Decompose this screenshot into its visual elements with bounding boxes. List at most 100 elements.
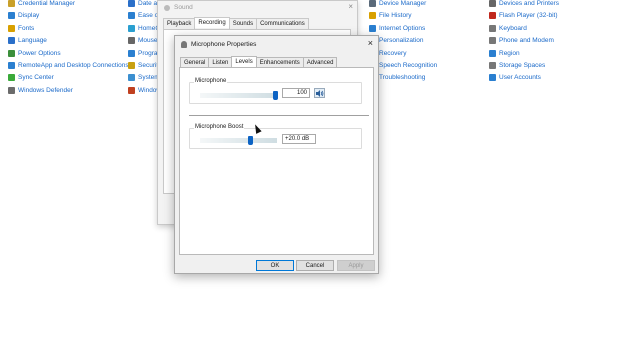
- device-manager-icon: [369, 0, 376, 7]
- control-panel-item[interactable]: Fonts: [8, 24, 34, 32]
- mute-button[interactable]: [314, 88, 325, 98]
- sound-title-bar: Sound: [164, 4, 193, 11]
- control-panel-item[interactable]: Speech Recognition: [369, 62, 437, 69]
- windows-defender-icon: [8, 86, 15, 94]
- close-icon[interactable]: ×: [348, 2, 353, 11]
- control-panel-item-label: Recovery: [379, 49, 407, 57]
- section-separator: [189, 115, 369, 116]
- control-panel-item-label: Credential Manager: [18, 0, 76, 7]
- control-panel-item[interactable]: Phone and Modem: [489, 37, 554, 45]
- microphone-icon: [181, 41, 187, 48]
- microphone-boost-value: +20.0 dB: [282, 134, 316, 144]
- microphone-boost-slider-thumb[interactable]: [248, 136, 254, 145]
- control-panel-item[interactable]: Language: [8, 37, 47, 45]
- control-panel-item[interactable]: File History: [369, 12, 412, 20]
- control-panel-item[interactable]: Flash Player (32-bit): [489, 12, 558, 20]
- user-accounts-icon: [489, 74, 496, 82]
- tab-recording[interactable]: Recording: [194, 17, 230, 28]
- homegroup-icon: [128, 24, 135, 32]
- ok-button[interactable]: OK: [256, 260, 294, 271]
- control-panel-item[interactable]: Windows Defender: [8, 86, 73, 94]
- apply-button[interactable]: Apply: [337, 260, 375, 271]
- date-time-icon: [128, 0, 135, 7]
- control-panel-item[interactable]: Date an: [128, 0, 161, 7]
- storage-spaces-icon: [489, 62, 496, 69]
- levels-panel: Microphone 100 Microphone Boost +20.0 dB: [179, 67, 374, 255]
- control-panel-item[interactable]: Internet Options: [369, 24, 426, 32]
- control-panel-item-label: Flash Player (32-bit): [499, 12, 558, 20]
- control-panel-item[interactable]: Mouse: [128, 37, 158, 45]
- control-panel-item-label: Mouse: [138, 37, 158, 45]
- control-panel-item[interactable]: Sync Center: [8, 74, 54, 82]
- control-panel-item-label: Speech Recognition: [379, 62, 438, 69]
- programs-icon: [128, 49, 135, 57]
- cancel-button[interactable]: Cancel: [296, 260, 334, 271]
- microphone-label: Microphone: [194, 78, 228, 84]
- tab-playback[interactable]: Playback: [163, 18, 196, 29]
- control-panel-item[interactable]: Power Options: [8, 49, 61, 57]
- control-panel-item[interactable]: Devices and Printers: [489, 0, 559, 7]
- tab-communications[interactable]: Communications: [256, 18, 309, 29]
- control-panel-item-label: User Accounts: [499, 74, 541, 82]
- language-icon: [8, 37, 15, 45]
- control-panel-item-label: Display: [18, 12, 40, 20]
- control-panel-item-label: Keyboard: [499, 24, 527, 32]
- control-panel-item-label: Progra: [138, 49, 158, 57]
- sound-title: Sound: [174, 4, 193, 11]
- control-panel-item[interactable]: Display: [8, 12, 40, 20]
- control-panel-item[interactable]: Device Manager: [369, 0, 426, 7]
- control-panel-item-label: Power Options: [18, 49, 61, 57]
- security-icon: [128, 62, 135, 69]
- ease-of-access-icon: [128, 12, 135, 20]
- speaker-icon: [315, 89, 323, 97]
- microphone-slider[interactable]: [200, 93, 278, 98]
- devices-printers-icon: [489, 0, 496, 7]
- microphone-properties-dialog: Microphone Properties × General Listen L…: [174, 35, 379, 274]
- control-panel-item[interactable]: Ease of: [128, 12, 160, 20]
- control-panel-item[interactable]: Credential Manager: [8, 0, 75, 7]
- control-panel-item[interactable]: Storage Spaces: [489, 62, 545, 69]
- control-panel-item-label: Internet Options: [379, 24, 426, 32]
- control-panel-item-label: Phone and Modem: [499, 37, 554, 45]
- microphone-boost-slider[interactable]: [200, 138, 277, 143]
- close-icon[interactable]: ×: [368, 38, 373, 48]
- sync-center-icon: [8, 74, 15, 82]
- control-panel-item-label: Language: [18, 37, 47, 45]
- control-panel-item[interactable]: Region: [489, 49, 520, 57]
- control-panel-item[interactable]: Progra: [128, 49, 158, 57]
- control-panel-item-label: Windows Defender: [18, 86, 73, 94]
- remoteapp-icon: [8, 62, 15, 69]
- flash-player-icon: [489, 12, 496, 20]
- control-panel-item[interactable]: Keyboard: [489, 24, 527, 32]
- internet-options-icon: [369, 24, 376, 32]
- control-panel-item-label: Region: [499, 49, 520, 57]
- control-panel-item[interactable]: HomeG: [128, 24, 160, 32]
- control-panel-item-label: Personalization: [379, 37, 424, 45]
- microphone-level-field[interactable]: 100: [282, 88, 310, 98]
- credential-manager-icon: [8, 0, 15, 7]
- control-panel-item-label: Storage Spaces: [499, 62, 546, 69]
- control-panel-item-label: RemoteApp and Desktop Connections: [18, 62, 129, 69]
- control-panel-item-label: Devices and Printers: [499, 0, 559, 7]
- dialog-title: Microphone Properties: [191, 41, 257, 48]
- mouse-icon: [128, 37, 135, 45]
- microphone-boost-group: Microphone Boost +20.0 dB: [189, 124, 362, 149]
- control-panel-item[interactable]: System: [128, 74, 160, 82]
- microphone-boost-label: Microphone Boost: [194, 124, 245, 130]
- control-panel-item-label: File History: [379, 12, 412, 20]
- microphone-group: Microphone 100: [189, 78, 362, 104]
- tab-sounds[interactable]: Sounds: [228, 18, 258, 29]
- power-options-icon: [8, 49, 15, 57]
- control-panel-item[interactable]: RemoteApp and Desktop Connections: [8, 62, 129, 69]
- region-icon: [489, 49, 496, 57]
- windows-icon: [128, 86, 135, 94]
- mic-title-bar: Microphone Properties: [181, 41, 256, 48]
- display-icon: [8, 12, 15, 20]
- control-panel-item-label: Device Manager: [379, 0, 427, 7]
- control-panel-item-label: Sync Center: [18, 74, 54, 82]
- control-panel-item[interactable]: User Accounts: [489, 74, 541, 82]
- system-icon: [128, 74, 135, 82]
- file-history-icon: [369, 12, 376, 20]
- sound-tabs: Playback Recording Sounds Communications: [163, 17, 309, 29]
- microphone-slider-thumb[interactable]: [273, 91, 278, 100]
